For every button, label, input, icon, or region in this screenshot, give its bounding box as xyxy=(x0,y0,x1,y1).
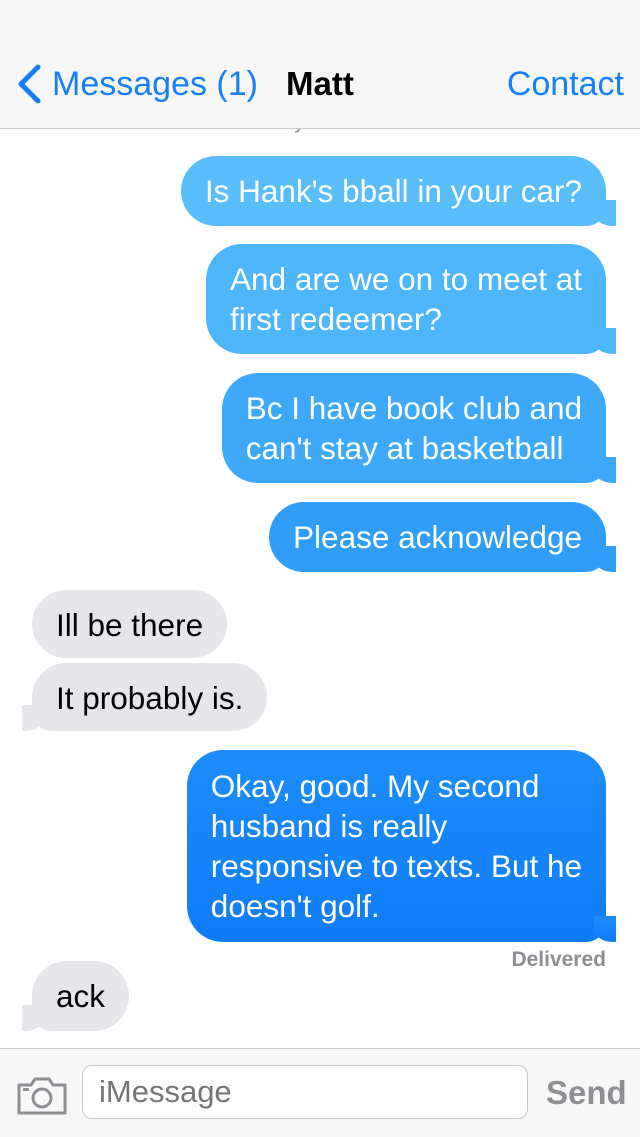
message-line: Please acknowledge xyxy=(293,519,582,555)
message-line: doesn't golf. xyxy=(210,888,380,924)
message-line: Ill be there xyxy=(56,607,204,643)
back-button-label: Messages (1) xyxy=(52,64,258,103)
navigation-bar: Messages (1) Matt Contact xyxy=(0,0,640,129)
chevron-left-icon xyxy=(18,64,41,104)
message-bubble-outgoing[interactable]: And are we on to meet at first redeemer? xyxy=(206,244,616,354)
message-bubble-incoming[interactable]: ack xyxy=(21,961,130,1031)
message-line: responsive to texts. But he xyxy=(210,848,582,884)
composer-bar: Send xyxy=(0,1048,640,1137)
message-line: ack xyxy=(56,978,106,1014)
message-line: can't stay at basketball xyxy=(245,430,564,466)
message-line: first redeemer? xyxy=(230,301,442,337)
message-bubble-outgoing[interactable]: Is Hank's bball in your car? xyxy=(180,156,617,226)
message-line: And are we on to meet at xyxy=(230,261,582,297)
message-line: husband is really xyxy=(210,808,448,844)
message-line: It probably is. xyxy=(56,680,244,716)
message-line: Is Hank's bball in your car? xyxy=(204,173,582,209)
message-bubble-outgoing[interactable]: Bc I have book club and can't stay at ba… xyxy=(221,373,617,483)
message-line: Okay, good. My second xyxy=(210,768,540,804)
message-input[interactable] xyxy=(82,1065,528,1119)
message-bubble-outgoing[interactable]: Okay, good. My second husband is really … xyxy=(186,750,617,942)
message-thread: Today 5:00 PM Is Hank's bball in your ca… xyxy=(0,0,640,1136)
message-bubble-incoming[interactable]: It probably is. xyxy=(21,663,268,731)
back-button[interactable]: Messages (1) xyxy=(14,62,258,106)
conversation-title: Matt xyxy=(286,65,354,102)
message-line: Bc I have book club and xyxy=(245,390,582,426)
message-bubble-outgoing[interactable]: Please acknowledge xyxy=(269,502,616,572)
message-bubble-incoming[interactable]: Ill be there xyxy=(32,590,228,658)
send-button[interactable]: Send xyxy=(546,1073,627,1113)
camera-icon[interactable] xyxy=(16,1075,68,1115)
delivery-status: Delivered xyxy=(511,948,606,971)
contact-button[interactable]: Contact xyxy=(507,62,624,106)
